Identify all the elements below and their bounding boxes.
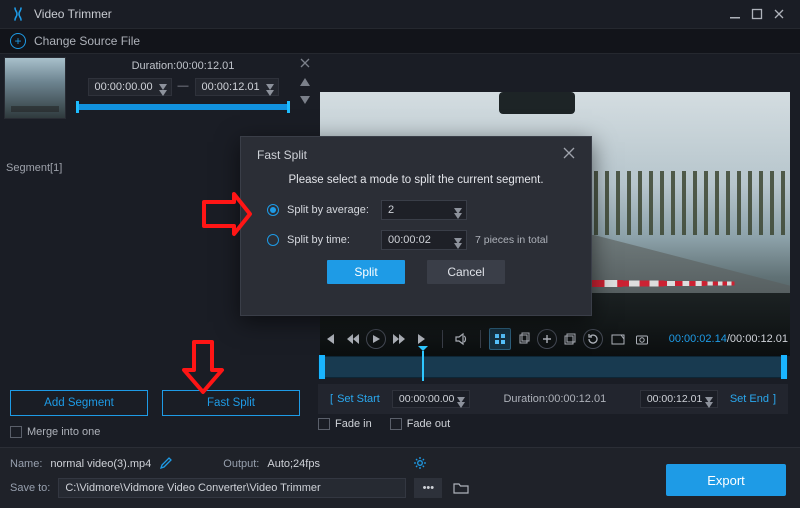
snapshot-icon[interactable] [607,328,629,350]
window-title: Video Trimmer [34,7,724,21]
range-duration-label: Duration:00:00:12.01 [503,393,606,405]
fast-split-button[interactable]: Fast Split [162,390,300,416]
range-end-input[interactable]: 00:00:12.01 [640,390,718,408]
grid-icon[interactable] [489,328,511,350]
add-segment-button[interactable]: Add Segment [10,390,148,416]
dialog-cancel-button[interactable]: Cancel [427,260,505,284]
copy-icon[interactable] [513,328,535,350]
radio-off-icon [267,234,279,246]
segment-duration-value: 00:00:12.01 [176,60,234,72]
dialog-title: Fast Split [257,148,307,162]
split-time-option[interactable]: Split by time: 00:00:02 7 pieces in tota… [257,230,575,250]
segment-down-icon[interactable] [300,95,310,107]
merge-checkbox[interactable]: Merge into one [10,426,300,438]
set-end-button[interactable]: Set End] [724,393,782,405]
radio-on-icon [267,204,279,216]
fade-out-checkbox[interactable]: Fade out [390,418,450,430]
plus-circle-icon: + [10,33,26,49]
step-back-icon[interactable] [342,328,364,350]
add-icon[interactable] [537,329,557,349]
range-dash: — [178,80,189,92]
segment-duration-label: Duration: [132,60,177,72]
segment-scrubber[interactable] [76,104,290,110]
segment-end-input[interactable]: 00:00:12.01 [195,78,279,96]
reset-icon[interactable] [583,329,603,349]
saveto-label: Save to: [10,482,50,494]
save-path-input[interactable]: C:\Vidmore\Vidmore Video Converter\Video… [58,478,406,498]
change-source-label: Change Source File [34,34,140,48]
output-settings-icon[interactable] [413,456,427,473]
trim-handle-right[interactable] [781,355,787,379]
play-icon[interactable] [366,329,386,349]
dialog-close-icon[interactable] [563,147,575,162]
pieces-note: 7 pieces in total [475,234,548,246]
set-start-button[interactable]: [Set Start [324,393,386,405]
trim-handle-left[interactable] [319,355,325,379]
camera-icon[interactable] [631,328,653,350]
segment-close-icon[interactable] [300,58,310,71]
close-button[interactable] [768,6,790,22]
output-label: Output: [223,458,259,470]
app-logo-icon [10,6,26,22]
change-source-button[interactable]: + Change Source File [0,28,800,54]
maximize-button[interactable] [746,6,768,22]
open-folder-icon[interactable] [450,481,472,495]
split-time-input[interactable]: 00:00:02 [381,230,467,250]
time-display: 00:00:02.14/00:00:12.01 [669,333,788,345]
playhead[interactable] [422,351,424,381]
dialog-prompt: Please select a mode to split the curren… [257,174,575,186]
step-forward-icon[interactable] [388,328,410,350]
duplicate-icon[interactable] [559,328,581,350]
minimize-button[interactable] [724,6,746,22]
name-label: Name: [10,458,42,470]
export-button[interactable]: Export [666,464,786,496]
volume-icon[interactable] [451,328,473,350]
timeline[interactable] [318,356,788,378]
segment-name: Segment[1] [6,162,62,174]
range-start-input[interactable]: 00:00:00.00 [392,390,470,408]
segment-start-input[interactable]: 00:00:00.00 [88,78,172,96]
output-value: Auto;24fps [267,458,320,470]
name-value: normal video(3).mp4 [50,458,151,470]
fast-split-dialog: Fast Split Please select a mode to split… [240,136,592,316]
rename-icon[interactable] [159,456,173,473]
segment-thumbnail[interactable] [4,57,66,119]
skip-start-icon[interactable] [318,328,340,350]
dialog-split-button[interactable]: Split [327,260,405,284]
segment-row[interactable]: Duration:00:00:12.01 00:00:00.00 — 00:00… [0,54,312,119]
browse-button[interactable]: ••• [414,478,442,498]
fade-in-checkbox[interactable]: Fade in [318,418,372,430]
split-average-option[interactable]: Split by average: 2 [257,200,575,220]
segment-up-icon[interactable] [300,77,310,89]
split-average-input[interactable]: 2 [381,200,467,220]
